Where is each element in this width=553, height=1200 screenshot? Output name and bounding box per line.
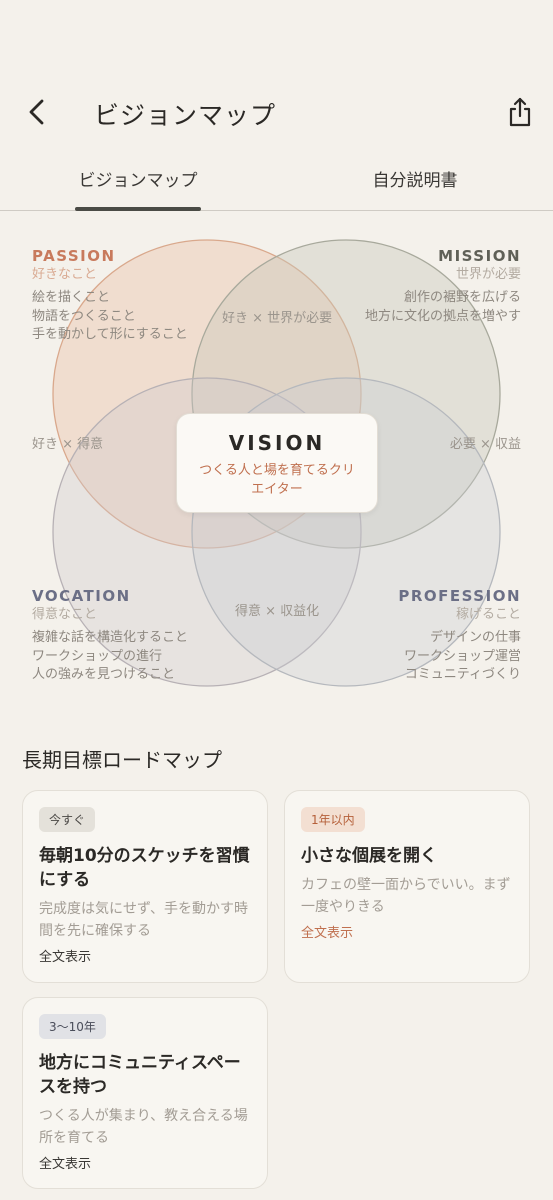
vocation-title: VOCATION (32, 587, 131, 605)
timeframe-badge: 今すぐ (39, 807, 96, 832)
show-full-text-link[interactable]: 全文表示 (39, 946, 251, 965)
mission-item: 地方に文化の拠点を増やす (364, 308, 521, 324)
passion-label: PASSION 好きなこと 絵を描くこと 物語をつくること 手を動かして形にする… (32, 247, 188, 345)
passion-item: 物語をつくること (32, 308, 136, 324)
share-icon (509, 97, 531, 127)
roadmap-card-1year[interactable]: 1年以内 小さな個展を開く カフェの壁一面からでいい。まず一度やりきる 全文表示 (284, 790, 530, 983)
passion-subtitle: 好きなこと (32, 266, 98, 282)
page-title: ビジョンマップ (94, 101, 277, 130)
goal-description: つくる人が集まり、教え合える場所を育てる (39, 1108, 248, 1146)
goal-title: 毎朝10分のスケッチを習慣にする (39, 846, 250, 890)
goal-description: カフェの壁一面からでいい。まず一度やりきる (301, 877, 511, 915)
active-tab-indicator (75, 207, 201, 211)
mission-title: MISSION (438, 247, 521, 265)
tab-self-manual[interactable]: 自分説明書 (335, 166, 495, 191)
show-full-text-link[interactable]: 全文表示 (39, 1153, 251, 1172)
roadmap-section-title: 長期目標ロードマップ (22, 748, 222, 772)
vocation-item: 複雑な話を構造化すること (32, 630, 189, 645)
intersection-vocation-profession: 得意 × 収益化 (235, 604, 320, 619)
profession-item: コミュニティづくり (404, 667, 521, 682)
tab-bar: ビジョンマップ 自分説明書 (0, 160, 553, 211)
goal-title: 小さな個展を開く (301, 846, 437, 866)
show-full-text-link[interactable]: 全文表示 (301, 922, 513, 941)
vision-card[interactable]: VISION つくる人と場を育てるクリエイター (176, 413, 378, 513)
vocation-subtitle: 得意なこと (32, 606, 98, 622)
intersection-passion-vocation: 好き × 得意 (32, 437, 104, 452)
chevron-left-icon (29, 99, 44, 125)
share-button[interactable] (503, 94, 537, 130)
timeframe-badge: 1年以内 (301, 807, 365, 832)
intersection-mission-profession: 必要 × 収益 (449, 437, 521, 452)
profession-title: PROFESSION (398, 587, 521, 605)
goal-title: 地方にコミュニティスペースを持つ (39, 1053, 241, 1097)
vision-statement: つくる人と場を育てるクリエイター (199, 463, 355, 497)
roadmap-card-3to10years[interactable]: 3〜10年 地方にコミュニティスペースを持つ つくる人が集まり、教え合える場所を… (22, 997, 268, 1189)
tab-vision-map[interactable]: ビジョンマップ (58, 166, 218, 191)
passion-title: PASSION (32, 247, 116, 265)
header: ビジョンマップ (0, 90, 553, 134)
mission-label: MISSION 世界が必要 創作の裾野を広げる 地方に文化の拠点を増やす (365, 247, 521, 326)
profession-subtitle: 稼げること (455, 606, 521, 622)
profession-item: ワークショップ運営 (403, 648, 521, 664)
vocation-item: ワークショップの進行 (32, 648, 163, 664)
intersection-passion-mission: 好き × 世界が必要 (222, 311, 333, 326)
roadmap-card-now[interactable]: 今すぐ 毎朝10分のスケッチを習慣にする 完成度は気にせず、手を動かす時間を先に… (22, 790, 268, 983)
profession-item: デザインの仕事 (429, 630, 521, 645)
timeframe-badge: 3〜10年 (39, 1014, 106, 1039)
vocation-label: VOCATION 得意なこと 複雑な話を構造化すること ワークショップの進行 人… (32, 587, 188, 685)
passion-item: 手を動かして形にすること (32, 327, 188, 342)
back-button[interactable] (22, 94, 52, 130)
mission-item: 創作の裾野を広げる (403, 290, 521, 305)
goal-description: 完成度は気にせず、手を動かす時間を先に確保する (39, 901, 249, 939)
profession-label: PROFESSION 稼げること デザインの仕事 ワークショップ運営 コミュニテ… (398, 587, 521, 685)
vision-title: VISION (228, 431, 326, 455)
passion-item: 絵を描くこと (32, 290, 111, 305)
vision-venn-diagram: PASSION 好きなこと 絵を描くこと 物語をつくること 手を動かして形にする… (0, 230, 553, 700)
vocation-item: 人の強みを見つけること (32, 667, 176, 682)
mission-subtitle: 世界が必要 (455, 266, 521, 282)
